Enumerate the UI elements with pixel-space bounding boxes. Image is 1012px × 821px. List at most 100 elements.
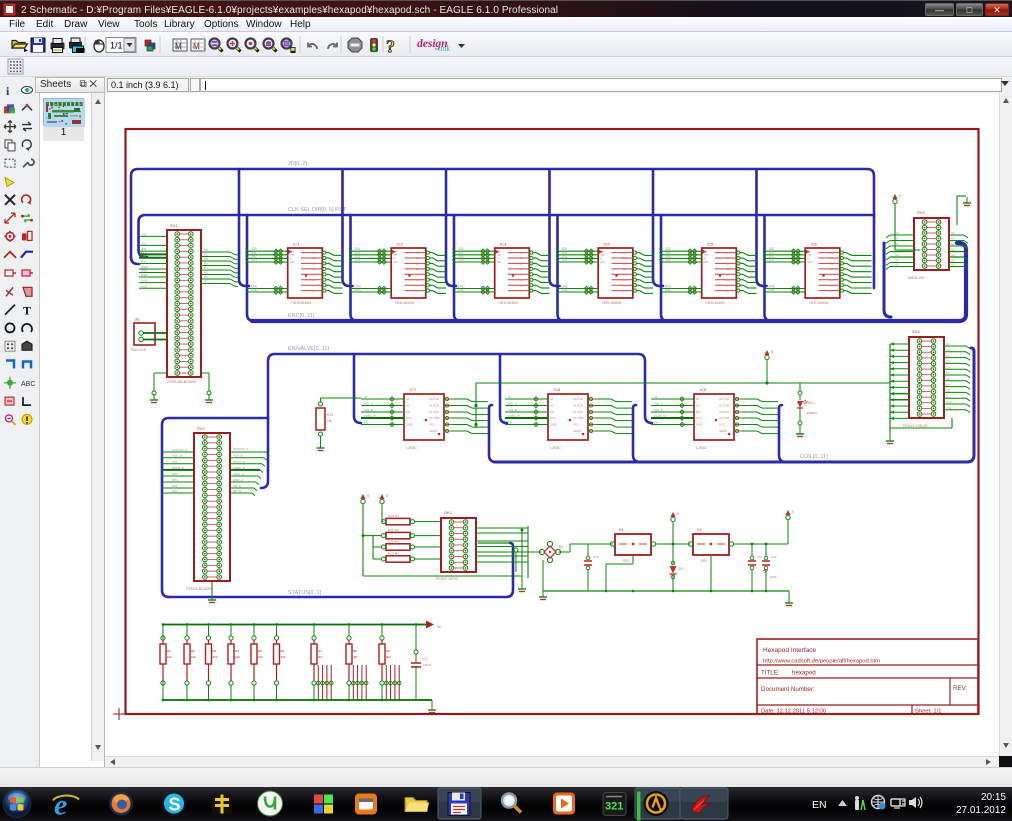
svg-text:Q5: Q5 (519, 278, 523, 282)
svg-text:74HC4040N: 74HC4040N (602, 301, 622, 305)
svg-text:JD3: JD3 (251, 258, 257, 262)
svg-text:ABC: ABC (21, 381, 35, 388)
svg-text:CLK[0..5]: CLK[0..5] (364, 414, 376, 418)
svg-text:S1: S1 (895, 237, 899, 241)
svg-text:10k: 10k (167, 655, 172, 659)
svg-text:REV:: REV: (953, 685, 967, 692)
svg-text:GND: GND (550, 423, 558, 427)
svg-text:GND: GND (141, 279, 149, 283)
svg-text:EN[0..1]: EN[0..1] (233, 478, 243, 482)
svg-text:Q1: Q1 (312, 256, 316, 260)
svg-text:ENC: ENC (458, 288, 465, 292)
svg-text:AT90USB-BOARD: AT90USB-BOARD (167, 380, 197, 384)
svg-text:Q2: Q2 (726, 262, 730, 266)
svg-text:e: e (54, 789, 67, 821)
svg-text:1/1: 1/1 (110, 41, 123, 51)
svg-text:JD3: JD3 (665, 258, 671, 262)
svg-text:M: M (175, 42, 182, 51)
svg-text:321: 321 (605, 801, 623, 813)
svg-text:LED1: LED1 (806, 401, 814, 405)
svg-text:SV3: SV3 (917, 210, 925, 215)
svg-text:S3: S3 (951, 248, 955, 252)
svg-text:Date: 12.12.2011 5:12:00: Date: 12.12.2011 5:12:00 (761, 709, 826, 715)
svg-text:Q3: Q3 (312, 267, 316, 271)
svg-text:C11: C11 (757, 555, 763, 559)
svg-text:IC9: IC9 (700, 387, 707, 392)
svg-text:R4: R4 (235, 649, 239, 653)
svg-text:CLK: CLK (406, 416, 412, 420)
svg-text:SEL: SEL (704, 260, 710, 264)
svg-text:EN1: EN1 (172, 489, 178, 493)
svg-text:Q0: Q0 (726, 251, 730, 255)
svg-text:B[0..2]: B[0..2] (233, 489, 241, 493)
svg-text:S4: S4 (895, 253, 899, 257)
svg-text:A2: A2 (550, 404, 554, 408)
svg-text:OUT2A: OUT2A (429, 410, 439, 414)
svg-text:STACK-BOARD: STACK-BOARD (186, 587, 212, 591)
svg-text:R9: R9 (386, 649, 390, 653)
svg-text:EN: EN (406, 410, 410, 414)
svg-text:SEL: SEL (807, 260, 813, 264)
svg-text:S1: S1 (951, 237, 955, 241)
svg-text:IC1: IC1 (293, 242, 300, 247)
svg-text:Q3: Q3 (830, 267, 834, 271)
svg-text:5: 5 (792, 509, 795, 514)
svg-text:OUT2B: OUT2B (429, 416, 439, 420)
svg-text:Q5: Q5 (623, 278, 627, 282)
svg-text:MA05-2W: MA05-2W (908, 276, 925, 280)
svg-text:S2: S2 (951, 242, 955, 246)
svg-text:SCL[0..2]: SCL[0..2] (233, 460, 245, 464)
svg-text:C2: C2 (946, 354, 950, 358)
svg-text:Q7: Q7 (416, 289, 420, 293)
svg-text:S0: S0 (951, 231, 955, 235)
svg-text:Q3: Q3 (726, 267, 730, 271)
svg-text:Q0: Q0 (416, 251, 420, 255)
svg-text:OUT1B: OUT1B (573, 404, 583, 408)
svg-text:5: 5 (367, 493, 370, 498)
svg-text:EN0: EN0 (172, 484, 178, 488)
svg-text:Q2: Q2 (416, 262, 420, 266)
svg-text:P5: P5 (204, 271, 208, 275)
svg-text:A1: A1 (508, 395, 512, 399)
svg-text:IC5: IC5 (707, 242, 714, 247)
svg-text:SEL: SEL (497, 260, 503, 264)
svg-text:S0: S0 (895, 231, 899, 235)
svg-text:SDA[0..3]: SDA[0..3] (172, 466, 184, 470)
svg-text:JD1: JD1 (141, 241, 147, 245)
svg-text:Q0: Q0 (830, 251, 834, 255)
svg-text:Q2: Q2 (519, 262, 523, 266)
svg-text:S4: S4 (951, 253, 955, 257)
svg-text:IN[2..3]: IN[2..3] (654, 408, 663, 412)
svg-text:ENC: ENC (355, 288, 362, 292)
svg-text:L293D: L293D (696, 446, 707, 450)
svg-text:A1: A1 (654, 395, 658, 399)
svg-text:R6: R6 (281, 649, 285, 653)
svg-text:INT0: INT0 (172, 472, 179, 476)
svg-text:Q4: Q4 (830, 273, 834, 277)
svg-text:CLK: CLK (696, 416, 702, 420)
svg-text:C6: C6 (946, 377, 950, 381)
svg-text:INT1: INT1 (172, 478, 179, 482)
svg-text:74HC4040N: 74HC4040N (498, 301, 518, 305)
svg-text:P1: P1 (204, 253, 208, 257)
svg-text:P7: P7 (204, 280, 208, 284)
svg-text:Q7: Q7 (519, 289, 523, 293)
svg-text:PC847-OPTO: PC847-OPTO (436, 577, 459, 581)
svg-text:SDA[0..3]: SDA[0..3] (233, 466, 245, 470)
svg-text:OUT1A: OUT1A (573, 397, 583, 401)
svg-text:L293D: L293D (406, 446, 417, 450)
svg-text:Q1: Q1 (623, 256, 627, 260)
svg-text:5: 5 (899, 193, 902, 198)
svg-text:C5: C5 (946, 371, 950, 375)
svg-text:74HC4040N: 74HC4040N (809, 301, 829, 305)
svg-text:5: 5 (386, 493, 389, 498)
svg-text:A2: A2 (696, 404, 700, 408)
svg-text:GND: GND (696, 423, 704, 427)
svg-text:IN[0..1]: IN[0..1] (508, 402, 517, 406)
svg-text:CLK[0..5]: CLK[0..5] (654, 414, 666, 418)
svg-text:S2: S2 (895, 242, 899, 246)
svg-text:L293D: L293D (550, 446, 561, 450)
svg-text:Q2: Q2 (830, 262, 834, 266)
svg-text:Q5: Q5 (726, 278, 730, 282)
svg-text:Q3: Q3 (519, 267, 523, 271)
